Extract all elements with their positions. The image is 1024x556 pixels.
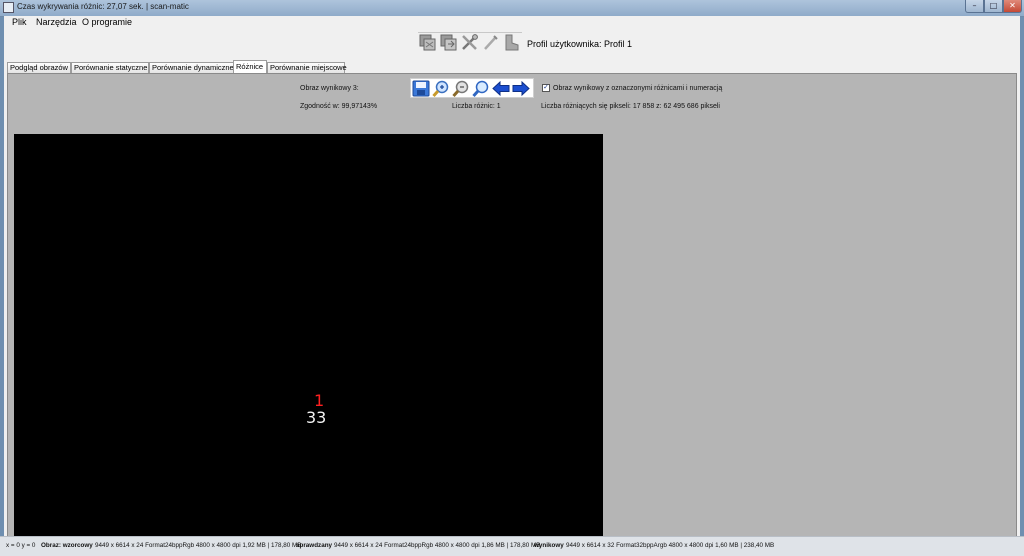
cursor-coordinates: x = 0 y = 0 <box>6 542 36 549</box>
title-bar[interactable]: Czas wykrywania różnic: 27,07 sek. | sca… <box>0 0 1024 17</box>
application-window: Czas wykrywania różnic: 27,07 sek. | sca… <box>0 0 1024 556</box>
tools-icon[interactable] <box>461 34 478 51</box>
differing-pixels-count: Liczba różniących się pikseli: 17 858 z:… <box>541 103 720 110</box>
result-image-status-label: wynikowy <box>534 542 564 549</box>
scan-export-icon[interactable] <box>440 34 457 51</box>
tab-roznice[interactable]: Różnice <box>233 60 267 73</box>
image-toolbar <box>410 78 534 98</box>
tab-porownanie-statyczne[interactable]: Porównanie statyczne <box>71 62 149 73</box>
save-icon[interactable] <box>412 80 430 97</box>
arrow-right-icon[interactable] <box>512 80 530 97</box>
minimize-button[interactable]: – <box>965 0 984 13</box>
result-image-info: 9449 x 6614 x 32 Format32bppArgb 4800 x … <box>566 542 775 549</box>
close-button[interactable]: ✕ <box>1003 0 1022 13</box>
maximize-button[interactable]: □ <box>984 0 1003 13</box>
toolbar-separator <box>418 32 522 33</box>
arrow-left-icon[interactable] <box>492 80 510 97</box>
reference-image-info: 9449 x 6614 x 24 Format24bppRgb 4800 x 4… <box>95 542 302 549</box>
tab-porownanie-miejscowe[interactable]: Porównanie miejscowe <box>267 62 347 73</box>
menu-narzedzia[interactable]: Narzędzia <box>36 17 77 27</box>
difference-count: Liczba różnic: 1 <box>452 103 501 110</box>
reference-image-label: Obraz: wzorcowy <box>41 542 93 549</box>
scan-compare-icon[interactable] <box>419 34 436 51</box>
zoom-out-icon[interactable] <box>452 80 470 97</box>
result-image-viewer[interactable]: 1 33 <box>14 134 603 546</box>
client-area: Plik Narzędzia O programie Profil użytko… <box>4 16 1020 551</box>
menu-o-programie[interactable]: O programie <box>82 17 132 27</box>
status-bar: x = 0 y = 0 Obraz: wzorcowy 9449 x 6614 … <box>0 536 1024 556</box>
toolbar: Profil użytkownika: Profil 1 <box>4 29 1020 60</box>
window-title: Czas wykrywania różnic: 27,07 sek. | sca… <box>17 2 189 11</box>
app-icon[interactable] <box>3 2 14 13</box>
differences-panel: Obraz wynikowy 3: Zgodność w: 99,97143% … <box>7 73 1017 548</box>
profile-boot-icon[interactable] <box>503 34 520 51</box>
result-marked-checkbox[interactable]: ✓ <box>542 84 550 92</box>
zoom-icon[interactable] <box>472 80 490 97</box>
tab-podglad-obrazow[interactable]: Podgląd obrazów <box>7 62 71 73</box>
zoom-in-icon[interactable] <box>432 80 450 97</box>
tab-porownanie-dynamiczne[interactable]: Porównanie dynamiczne <box>149 62 234 73</box>
checked-image-label: sprawdzany <box>296 542 333 549</box>
result-marked-checkbox-label[interactable]: Obraz wynikowy z oznaczonymi różnicami i… <box>553 85 722 92</box>
difference-marker-value: 33 <box>306 408 327 427</box>
menu-plik[interactable]: Plik <box>12 17 27 27</box>
checked-image-info: 9449 x 6614 x 24 Format24bppRgb 4800 x 4… <box>334 542 541 549</box>
match-percentage: Zgodność w: 99,97143% <box>300 103 378 110</box>
profile-label: Profil użytkownika: Profil 1 <box>527 39 633 49</box>
menu-bar: Plik Narzędzia O programie <box>4 16 1020 29</box>
wand-icon[interactable] <box>482 34 499 51</box>
result-image-label: Obraz wynikowy 3: <box>300 85 359 92</box>
